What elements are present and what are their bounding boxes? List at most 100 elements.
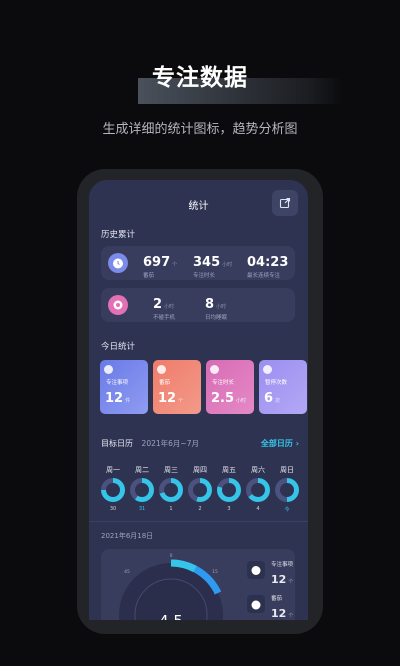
history-card-2: 2 小时 不碰手机 8 小时 日均睡眠 [101,288,295,322]
detail-card: 0 15 45 4.5 专注事项 12个 番茄 12个 [101,549,295,620]
tile-unit: 个 [178,398,184,404]
today-tile-tomatoes[interactable]: 番茄 12 个 [153,360,201,414]
tile-number: 2.5 [211,391,235,406]
gauge-value: 4.5 [159,612,183,620]
tile-label: 番茄 [159,380,171,386]
tile-unit: 小时 [236,398,247,404]
day-number: 1 [169,506,173,512]
today-tile-focus-items[interactable]: 专注事项 12 件 [100,360,148,414]
stat-longest-focus: 04:23 最长连续专注 [247,251,288,279]
stat-value: 697 [143,255,171,270]
stat-value: 345 [193,255,221,270]
alarm-clock-icon [247,561,265,579]
tomato-icon [157,365,166,374]
calendar-header: 目标日历 2021年6月~7月 全部日历 › [101,438,299,449]
weekday-row: 周一 周二 周三 周四 周五 周六 周日 [101,465,299,475]
weekday-label: 周四 [193,466,207,474]
gauge-tick: 45 [124,569,130,575]
tile-label: 专注时长 [212,380,235,386]
stat-tomatoes: 697 个 番茄 [143,251,177,279]
tile-label: 暂停次数 [265,380,288,386]
weekday-label: 周三 [164,466,178,474]
app-screen: 统计 历史累计 697 个 番茄 345 小时 专注时长 04:23 最长连续专注 [89,180,308,620]
chevron-right-icon: › [295,439,299,448]
today-tile-pauses[interactable]: 暂停次数 6次 [259,360,307,414]
detail-item-tomatoes: 番茄 12 个 [271,594,293,620]
today-label: 今日统计 [101,342,136,352]
all-calendar-link[interactable]: 全部日历 › [261,438,299,449]
detail-item-unit: 个 [288,579,294,585]
stat-value: 2 [153,297,163,312]
today-tile-focus-duration[interactable]: 专注时长 2.5 小时 [206,360,254,414]
calendar-range: 2021年6月~7月 [141,439,199,448]
tile-value: 12 个 [158,391,183,406]
stat-sleep: 8 小时 日均睡眠 [205,293,227,321]
top-bar: 统计 [89,180,308,228]
tile-unit: 次 [275,398,281,404]
tomato-icon [247,595,265,613]
weekday-label: 周一 [106,466,120,474]
stat-label: 最长连续专注 [247,273,281,279]
stat-label: 日均睡眠 [205,315,228,321]
tile-value: 2.5 小时 [211,391,246,406]
stat-value: 04:23 [247,255,289,270]
tile-number: 6 [264,391,274,406]
focus-gauge: 0 15 45 4.5 [119,553,223,620]
stat-no-phone: 2 小时 不碰手机 [153,293,175,321]
stat-label: 专注时长 [193,273,216,279]
share-button[interactable] [272,190,298,216]
weekday-label: 周二 [135,466,149,474]
detail-item-value: 12 [271,607,287,620]
hero-title-wrap: 专注数据 [0,58,400,104]
weekday-label: 周日 [280,466,294,474]
history-label: 历史累计 [101,230,136,240]
day-progress-ring[interactable] [217,478,241,502]
alarm-clock-icon [104,365,113,374]
day-progress-ring[interactable] [101,478,125,502]
detail-date: 2021年6月18日 [101,532,154,540]
stat-label: 番茄 [143,273,155,279]
day-number: 今 [284,507,290,513]
stat-label: 不碰手机 [153,315,176,321]
day-progress-ring[interactable] [188,478,212,502]
tile-unit: 件 [125,398,131,404]
day-progress-ring[interactable] [130,478,154,502]
gauge-tick: 15 [212,569,218,575]
weekday-label: 周五 [222,466,236,474]
weekday-label: 周六 [251,466,265,474]
stat-unit: 个 [172,262,178,268]
day-progress-ring[interactable] [246,478,270,502]
progress-ring-row [101,478,299,502]
tile-value: 6次 [264,391,280,406]
day-number: 3 [227,506,231,512]
detail-item-focus: 专注事项 12 个 [271,560,293,587]
calendar-title: 目标日历 [101,439,133,448]
detail-item-value: 12 [271,573,287,586]
day-number: 2 [198,506,202,512]
tile-number: 12 [158,391,177,406]
detail-item-unit: 个 [288,613,294,619]
share-icon [279,197,291,209]
detail-item-label: 专注事项 [271,562,294,568]
target-icon [108,295,128,315]
stat-unit: 小时 [222,262,233,268]
history-card-1: 697 个 番茄 345 小时 专注时长 04:23 最长连续专注 [101,246,295,280]
day-number: 31 [138,506,146,512]
section-divider [89,521,308,522]
tile-label: 专注事项 [106,380,129,386]
all-calendar-label: 全部日历 [260,439,293,448]
tile-value: 12 件 [105,391,130,406]
alarm-clock-icon [108,253,128,273]
hero-title: 专注数据 [152,65,248,91]
stat-unit: 小时 [216,304,227,310]
tile-number: 12 [105,391,124,406]
day-progress-ring[interactable] [159,478,183,502]
hero-subtitle: 生成详细的统计图标，趋势分析图 [102,122,298,137]
detail-item-label: 番茄 [271,596,283,602]
stat-value: 8 [205,297,215,312]
clock-icon [210,365,219,374]
day-progress-ring[interactable] [275,478,299,502]
stat-unit: 小时 [164,304,175,310]
day-number: 4 [256,506,260,512]
gauge-tick: 0 [170,553,173,559]
